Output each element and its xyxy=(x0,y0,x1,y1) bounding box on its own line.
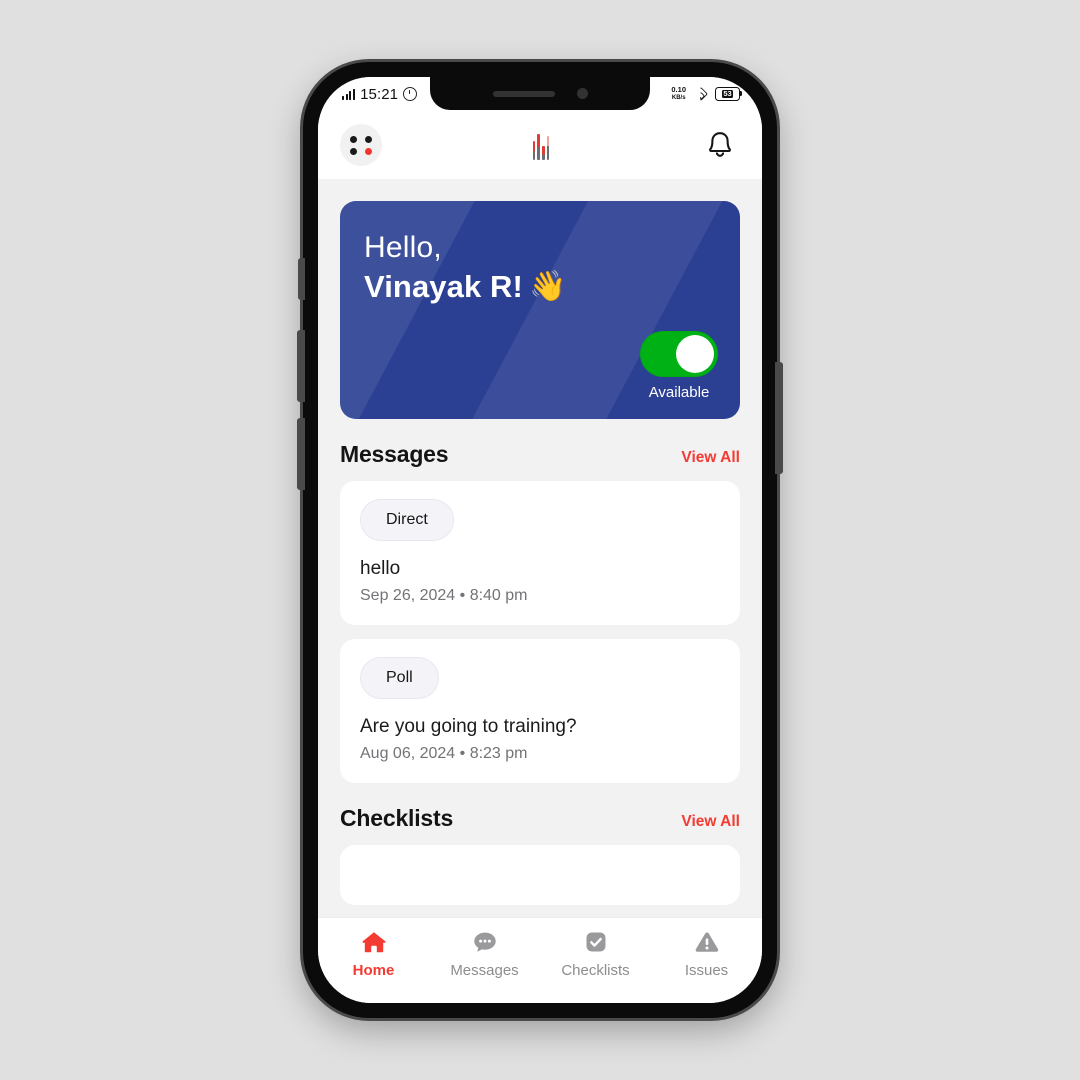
availability-control: Available xyxy=(640,331,718,401)
nav-item-home[interactable]: Home xyxy=(318,930,429,979)
chat-bubble-icon xyxy=(472,930,498,954)
waving-hand-icon: 👋 xyxy=(528,269,567,303)
network-speed-unit: KB/s xyxy=(671,95,686,101)
checklists-section-header: Checklists View All xyxy=(340,805,740,832)
home-icon xyxy=(361,930,387,954)
signal-bars-icon xyxy=(342,88,356,100)
nav-label-issues: Issues xyxy=(684,962,729,979)
bell-icon[interactable] xyxy=(700,125,740,165)
alarm-icon xyxy=(403,87,418,101)
logo-bar xyxy=(542,146,545,160)
checklist-card[interactable] xyxy=(340,845,740,905)
status-bar-right: 0.10 KB/s 53 xyxy=(671,86,743,102)
bottom-navigation-bar: Home Messages Checklists Issues xyxy=(318,917,762,1003)
availability-toggle[interactable] xyxy=(640,331,718,377)
network-speed-value: 0.10 xyxy=(671,85,686,94)
user-name-line: Vinayak R! 👋 xyxy=(364,269,716,306)
mute-switch-button[interactable] xyxy=(298,258,305,300)
grid-dot-accent xyxy=(364,147,372,155)
message-timestamp: Sep 26, 2024 • 8:40 pm xyxy=(360,587,528,604)
front-camera xyxy=(576,88,588,99)
status-bar-clock: 15:21 xyxy=(360,85,399,103)
logo-bar xyxy=(537,134,540,160)
message-timestamp: Aug 06, 2024 • 8:23 pm xyxy=(360,745,528,762)
nav-item-messages[interactable]: Messages xyxy=(429,930,540,979)
greeting-line: Hello, xyxy=(364,231,442,264)
checklists-view-all-link[interactable]: View All xyxy=(681,813,740,831)
brand-bars-logo xyxy=(532,130,550,160)
logo-bar xyxy=(532,141,536,160)
app-header xyxy=(318,111,762,179)
earpiece-speaker xyxy=(492,90,555,97)
network-speed-indicator: 0.10 KB/s xyxy=(671,86,686,102)
nav-label-checklists: Checklists xyxy=(561,962,630,979)
user-name-text: Vinayak R! xyxy=(364,268,523,304)
battery-level-label: 53 xyxy=(721,88,734,99)
nav-item-checklists[interactable]: Checklists xyxy=(540,930,651,979)
nav-label-home: Home xyxy=(352,962,395,979)
nav-item-issues[interactable]: Issues xyxy=(651,930,762,979)
grid-dot xyxy=(350,147,358,155)
messages-view-all-link[interactable]: View All xyxy=(681,449,740,467)
message-type-badge: Direct xyxy=(360,499,454,541)
message-card[interactable]: Poll Are you going to training? Aug 06, … xyxy=(340,639,740,783)
grid-dots-icon[interactable] xyxy=(340,124,382,166)
checkbox-check-icon xyxy=(584,930,608,954)
logo-bar xyxy=(546,136,550,160)
status-bar: 15:21 0.10 KB/s 53 xyxy=(318,77,762,111)
availability-label: Available xyxy=(648,384,710,401)
message-type-badge: Poll xyxy=(360,657,439,699)
power-button[interactable] xyxy=(775,362,783,474)
grid-dot xyxy=(350,135,358,143)
warning-triangle-icon xyxy=(694,930,720,954)
message-preview-text: Are you going to training? xyxy=(360,716,577,737)
home-scroll-content[interactable]: Hello, Vinayak R! 👋 Available Messages V… xyxy=(318,179,762,917)
status-bar-left: 15:21 xyxy=(342,85,418,103)
messages-section-title: Messages xyxy=(340,441,449,467)
battery-icon: 53 xyxy=(715,87,743,101)
phone-screen: 15:21 0.10 KB/s 53 Hello, Vinayak R! 👋 A… xyxy=(318,77,762,1003)
greeting-hero-card: Hello, Vinayak R! 👋 Available xyxy=(340,201,740,419)
volume-up-button[interactable] xyxy=(297,330,305,402)
messages-section-header: Messages View All xyxy=(340,441,740,468)
nav-label-messages: Messages xyxy=(450,962,519,979)
volume-down-button[interactable] xyxy=(297,418,305,490)
message-preview-text: hello xyxy=(360,558,401,579)
wifi-icon xyxy=(693,86,708,102)
phone-device: 15:21 0.10 KB/s 53 Hello, Vinayak R! 👋 A… xyxy=(297,62,783,1018)
message-card[interactable]: Direct hello Sep 26, 2024 • 8:40 pm xyxy=(340,481,740,625)
display-notch xyxy=(430,77,650,110)
checklists-section-title: Checklists xyxy=(340,805,454,831)
toggle-knob xyxy=(676,335,714,373)
grid-dot xyxy=(364,135,372,143)
